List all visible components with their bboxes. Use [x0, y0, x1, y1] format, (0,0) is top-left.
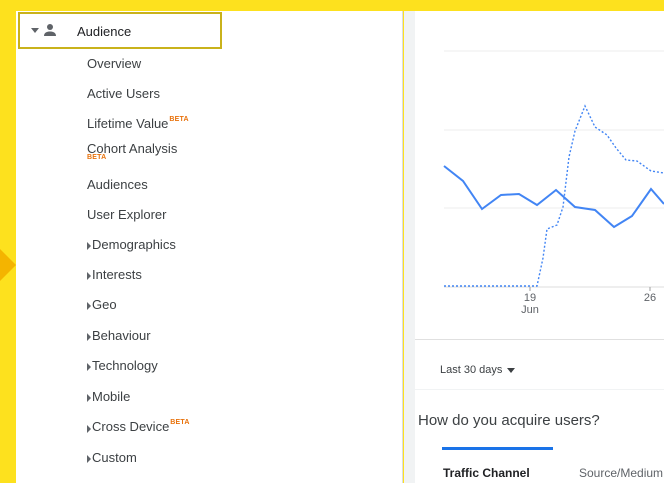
- sidebar-item-overview[interactable]: Overview: [87, 56, 141, 71]
- sidebar-item-behaviour[interactable]: Behaviour: [92, 328, 151, 343]
- x-tick-label-month: Jun: [521, 304, 539, 316]
- sidebar-item-cross-device[interactable]: Cross DeviceBETA: [92, 419, 189, 434]
- audience-label: Audience: [77, 24, 132, 39]
- sidebar-item-demographics[interactable]: Demographics: [92, 237, 176, 252]
- chevron-right-icon: [87, 455, 91, 463]
- sidebar-item-user-explorer[interactable]: User Explorer: [87, 207, 166, 222]
- sidebar-item-lifetime-value[interactable]: Lifetime ValueBETA: [87, 116, 189, 131]
- chevron-down-icon: [507, 367, 516, 373]
- chevron-right-icon: [87, 394, 91, 402]
- sidebar-item-label: Mobile: [92, 389, 131, 404]
- sidebar-item-label: Demographics: [92, 237, 176, 252]
- person-icon: [44, 24, 56, 36]
- sidebar-item-audiences[interactable]: Audiences: [87, 177, 148, 192]
- sidebar-item-label: Active Users: [87, 86, 160, 101]
- pointer-arrow-icon: [0, 249, 16, 281]
- chevron-right-icon: [87, 242, 91, 250]
- date-range-dropdown[interactable]: Last 30 days: [440, 364, 516, 376]
- sidebar-item-geo[interactable]: Geo: [92, 297, 117, 312]
- active-tab-indicator: [442, 447, 553, 450]
- date-range-label: Last 30 days: [440, 364, 503, 376]
- tab-source-medium[interactable]: Source/Medium: [579, 466, 663, 480]
- x-tick-label-day: 19: [524, 292, 536, 304]
- card-divider: [415, 339, 664, 340]
- sidebar-item-label: Audiences: [87, 177, 148, 192]
- chart-card: 19 Jun 26 Last 30 days: [415, 11, 664, 389]
- beta-badge: BETA: [169, 116, 189, 123]
- audience-section-header[interactable]: Audience: [18, 12, 222, 49]
- users-line-chart: 19 Jun 26: [443, 50, 664, 316]
- sidebar-item-label: Cross Device: [92, 419, 170, 434]
- series-dotted-line: [444, 104, 664, 287]
- beta-badge: BETA: [170, 419, 190, 426]
- chevron-right-icon: [87, 272, 91, 280]
- chevron-right-icon: [87, 425, 91, 433]
- sidebar-item-active-users[interactable]: Active Users: [87, 86, 160, 101]
- acquisition-card: How do you acquire users? Traffic Channe…: [415, 390, 664, 483]
- chevron-right-icon: [87, 333, 91, 341]
- sidebar-item-label: User Explorer: [87, 207, 167, 222]
- sidebar-item-label: Behaviour: [92, 328, 151, 343]
- sidebar-item-label: Geo: [92, 297, 117, 312]
- section-title: How do you acquire users?: [418, 412, 600, 429]
- sidebar-item-technology[interactable]: Technology: [92, 358, 158, 373]
- page-edge: [0, 0, 16, 483]
- report-content: 19 Jun 26 Last 30 days How do you acquir…: [404, 11, 664, 483]
- sidebar-item-label: Interests: [92, 267, 142, 282]
- tab-traffic-channel[interactable]: Traffic Channel: [443, 466, 530, 480]
- x-tick-label-day: 26: [644, 292, 656, 304]
- beta-badge: BETA: [87, 154, 107, 161]
- audience-sidebar: Audience Overview Active Users Lifetime …: [16, 11, 403, 483]
- sidebar-item-interests[interactable]: Interests: [92, 267, 142, 282]
- chevron-right-icon: [87, 302, 91, 310]
- sidebar-item-label: Lifetime Value: [87, 116, 169, 131]
- sidebar-item-custom[interactable]: Custom: [92, 450, 137, 465]
- sidebar-item-label: Custom: [92, 450, 137, 465]
- sidebar-item-label: Overview: [87, 56, 142, 71]
- sidebar-item-mobile[interactable]: Mobile: [92, 389, 130, 404]
- sidebar-item-label: Technology: [92, 358, 158, 373]
- series-solid-line: [443, 165, 664, 229]
- chevron-right-icon: [87, 363, 91, 371]
- chevron-down-icon: [31, 28, 39, 33]
